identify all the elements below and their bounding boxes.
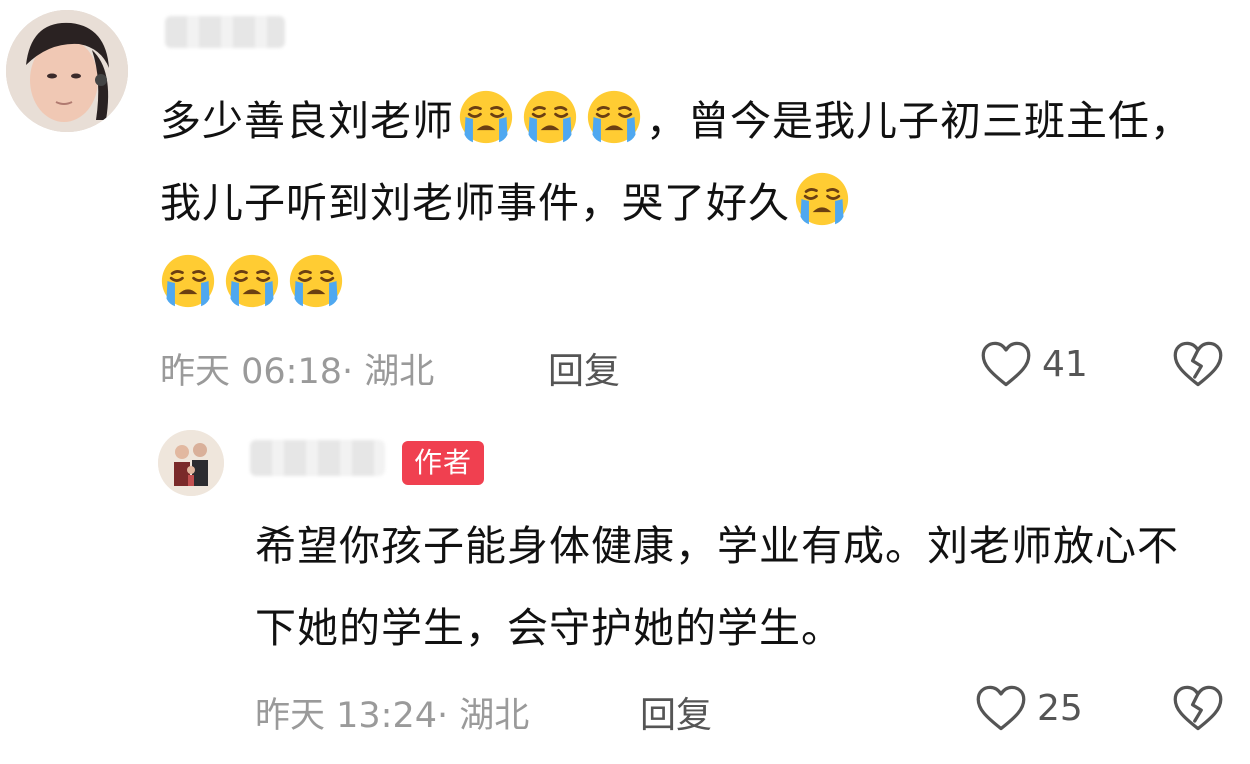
loudly-crying-face-icon [458, 89, 514, 145]
reply-button[interactable]: 回复 [640, 686, 712, 738]
timestamp: 昨天 06:18 [160, 352, 342, 392]
comment-meta: 昨天 06:18· 湖北 [160, 343, 434, 394]
avatar-image [6, 10, 128, 132]
author-badge: 作者 [402, 441, 485, 485]
location: 湖北 [459, 696, 530, 736]
reply-text: 希望你孩子能身体健康，学业有成。刘老师放心不下她的学生，会守护她的学生。 [255, 522, 1179, 652]
meta-separator: · [342, 352, 365, 392]
broken-heart-icon [1172, 684, 1224, 732]
reply-meta: 昨天 13:24· 湖北 [255, 687, 529, 738]
comment-text-part: 多少善良刘老师 [160, 97, 454, 145]
timestamp: 昨天 13:24 [255, 696, 437, 736]
heart-icon [975, 684, 1027, 732]
author-avatar-image [158, 430, 224, 496]
like-button[interactable]: 25 [975, 684, 1083, 732]
loudly-crying-face-icon [224, 253, 280, 309]
heart-icon [980, 340, 1032, 388]
comment-text: 多少善良刘老师 ，曾今是我儿子初三班主任，我儿子听到刘老师事件，哭了好久 [160, 80, 1220, 326]
loudly-crying-face-icon [160, 253, 216, 309]
author-username[interactable] [250, 440, 385, 476]
dislike-button[interactable] [1172, 340, 1224, 392]
like-count: 41 [1042, 343, 1088, 385]
comment-text-part: ，曾今是我儿子初三 [646, 97, 1024, 145]
reply-button[interactable]: 回复 [548, 342, 620, 394]
dislike-button[interactable] [1172, 684, 1224, 736]
username[interactable] [165, 16, 285, 48]
loudly-crying-face-icon [586, 89, 642, 145]
loudly-crying-face-icon [522, 89, 578, 145]
author-avatar[interactable] [158, 430, 224, 496]
avatar[interactable] [6, 10, 128, 132]
broken-heart-icon [1172, 340, 1224, 388]
loudly-crying-face-icon [288, 253, 344, 309]
meta-separator: · [437, 696, 460, 736]
like-button[interactable]: 41 [980, 340, 1088, 388]
like-count: 25 [1037, 687, 1083, 729]
location: 湖北 [364, 352, 435, 392]
loudly-crying-face-icon [794, 171, 850, 227]
